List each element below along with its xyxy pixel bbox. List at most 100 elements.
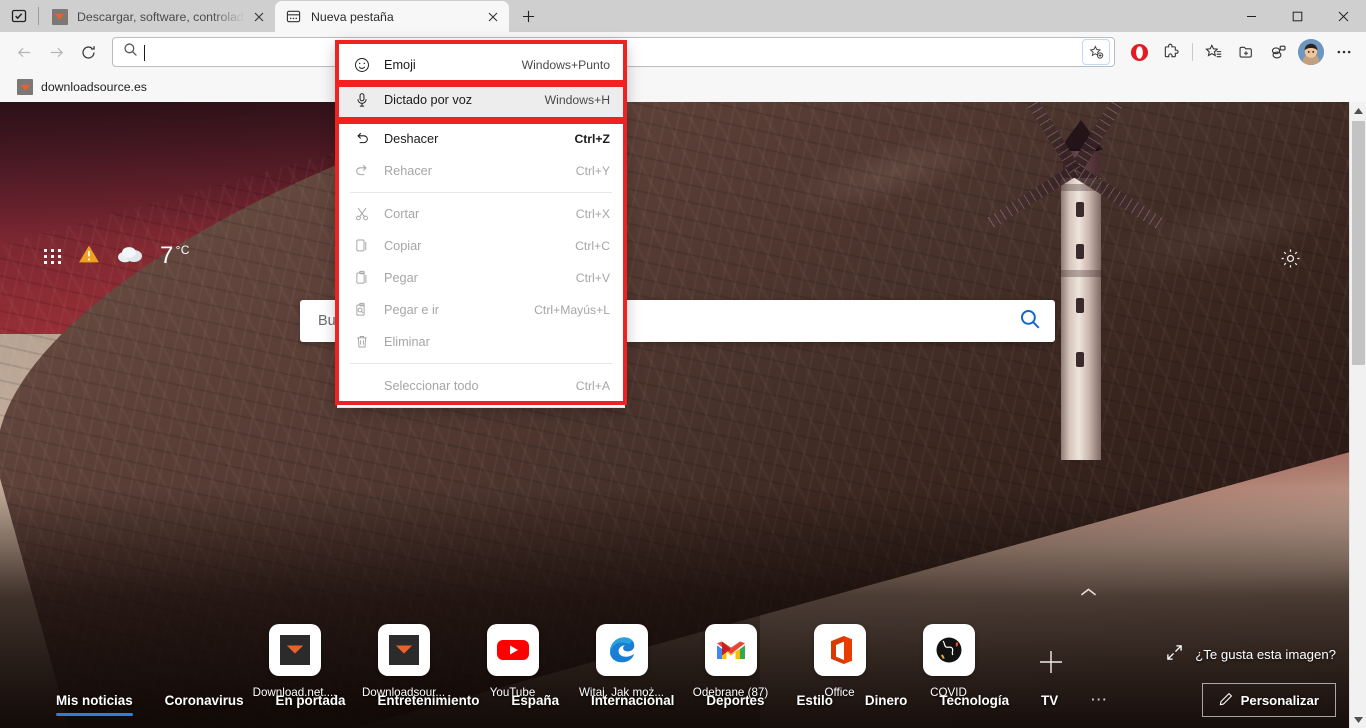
menu-item-shortcut: Ctrl+Z bbox=[574, 132, 610, 146]
gmail-icon bbox=[704, 624, 757, 676]
menu-item-shortcut: Ctrl+A bbox=[575, 379, 610, 393]
context-menu-item-rehacer: Rehacer Ctrl+Y bbox=[338, 155, 624, 187]
downloadsource-icon bbox=[268, 624, 321, 676]
browser-tab-active[interactable]: Nueva pestaña bbox=[275, 1, 509, 32]
menu-item-shortcut: Ctrl+Y bbox=[575, 164, 610, 178]
extensions-puzzle-icon[interactable] bbox=[1155, 36, 1187, 68]
menu-item-shortcut: Ctrl+Mayús+L bbox=[534, 303, 610, 317]
like-image-label: ¿Te gusta esta imagen? bbox=[1195, 646, 1336, 662]
tab-search-icon[interactable] bbox=[0, 0, 38, 32]
page-scrollbar[interactable] bbox=[1349, 102, 1366, 728]
favorites-list-icon[interactable] bbox=[1198, 36, 1230, 68]
scroll-down-arrow-icon[interactable] bbox=[1350, 711, 1366, 728]
back-arrow-icon[interactable] bbox=[8, 36, 40, 68]
toolbar-right-icons bbox=[1123, 36, 1366, 68]
news-nav-item-entretenimiento[interactable]: Entretenimiento bbox=[377, 693, 479, 708]
menu-item-shortcut: Ctrl+C bbox=[575, 239, 610, 253]
menu-separator bbox=[350, 363, 612, 364]
redo-icon bbox=[354, 163, 376, 179]
menu-item-label: Seleccionar todo bbox=[384, 379, 479, 393]
minimize-icon[interactable] bbox=[1228, 0, 1274, 32]
weather-temperature: 7 °C bbox=[160, 242, 190, 269]
newtab-icon bbox=[285, 8, 302, 25]
opera-extension-icon[interactable] bbox=[1123, 36, 1155, 68]
pencil-icon bbox=[1219, 692, 1233, 709]
news-category-nav: Mis noticias Coronavirus En portada Entr… bbox=[0, 672, 1349, 728]
close-icon[interactable] bbox=[247, 5, 271, 29]
add-favorite-star-icon[interactable] bbox=[1082, 39, 1110, 65]
paste-and-go-icon bbox=[354, 302, 376, 318]
menu-separator bbox=[350, 192, 612, 193]
news-nav-item-tv[interactable]: TV bbox=[1041, 693, 1058, 708]
covid-globe-icon bbox=[922, 624, 975, 676]
menu-item-label: Deshacer bbox=[384, 132, 439, 146]
news-nav-item-deportes[interactable]: Deportes bbox=[706, 693, 764, 708]
news-nav-item-espana[interactable]: España bbox=[511, 693, 559, 708]
menu-item-label: Pegar bbox=[384, 271, 418, 285]
bookmarks-bar: downloadsource.es bbox=[0, 72, 1366, 102]
scissors-icon bbox=[354, 206, 376, 222]
menu-item-shortcut: Windows+Punto bbox=[521, 58, 610, 72]
downloadsource-icon bbox=[377, 624, 430, 676]
news-nav-more-icon[interactable]: ⋯ bbox=[1090, 690, 1109, 710]
reload-icon[interactable] bbox=[72, 36, 104, 68]
news-nav-item-estilo[interactable]: Estilo bbox=[796, 693, 832, 708]
close-icon[interactable] bbox=[1320, 0, 1366, 32]
tab-bar: Descargar, software, controlador Nueva p… bbox=[0, 0, 1366, 32]
scroll-up-arrow-icon[interactable] bbox=[1350, 102, 1366, 119]
app-grid-icon[interactable] bbox=[44, 248, 62, 264]
context-menu-item-dictado-por-voz[interactable]: Dictado por voz Windows+H bbox=[338, 83, 624, 117]
menu-item-label: Rehacer bbox=[384, 164, 432, 178]
menu-item-label: Dictado por voz bbox=[384, 93, 473, 107]
menu-item-label: Copiar bbox=[384, 239, 422, 253]
news-nav-item-mis-noticias[interactable]: Mis noticias bbox=[56, 693, 133, 716]
news-nav-item-coronavirus[interactable]: Coronavirus bbox=[165, 693, 244, 708]
personalize-label: Personalizar bbox=[1240, 692, 1319, 708]
downloadsource-icon bbox=[17, 79, 33, 95]
bookmark-item[interactable]: downloadsource.es bbox=[10, 75, 154, 99]
menu-item-label: Cortar bbox=[384, 207, 420, 221]
address-bar-context-menu: Emoji Windows+Punto Dictado por voz Wind… bbox=[337, 42, 625, 408]
news-nav-item-tecnologia[interactable]: Tecnología bbox=[939, 693, 1009, 708]
forward-arrow-icon[interactable] bbox=[40, 36, 72, 68]
new-tab-button[interactable] bbox=[513, 1, 543, 31]
personalize-button[interactable]: Personalizar bbox=[1201, 683, 1336, 717]
scrollbar-thumb[interactable] bbox=[1352, 121, 1365, 365]
news-nav-item-internacional[interactable]: Internacional bbox=[591, 693, 674, 708]
office-icon bbox=[813, 624, 866, 676]
news-nav-item-en-portada[interactable]: En portada bbox=[276, 693, 346, 708]
profile-avatar[interactable] bbox=[1298, 39, 1324, 65]
expand-arrows-icon[interactable] bbox=[1166, 644, 1183, 664]
context-menu-item-pegar: Pegar Ctrl+V bbox=[338, 262, 624, 294]
downloadsource-icon bbox=[51, 8, 68, 25]
youtube-icon bbox=[486, 624, 539, 676]
menu-item-shortcut: Ctrl+V bbox=[575, 271, 610, 285]
weather-alert-icon[interactable] bbox=[78, 244, 100, 269]
search-icon bbox=[123, 42, 141, 62]
context-menu-item-emoji[interactable]: Emoji Windows+Punto bbox=[338, 45, 624, 83]
edge-icon bbox=[595, 624, 648, 676]
search-icon[interactable] bbox=[1019, 308, 1041, 335]
context-menu-item-deshacer[interactable]: Deshacer Ctrl+Z bbox=[338, 123, 624, 155]
context-menu-item-seleccionar-todo: Seleccionar todo Ctrl+A bbox=[338, 369, 624, 403]
emoji-icon bbox=[354, 57, 376, 73]
chevron-up-icon[interactable] bbox=[1072, 579, 1104, 605]
menu-item-shortcut: Ctrl+X bbox=[575, 207, 610, 221]
browser-essentials-icon[interactable] bbox=[1262, 36, 1294, 68]
tab-divider bbox=[38, 7, 39, 25]
toolbar-divider bbox=[1192, 43, 1193, 61]
news-nav-item-dinero[interactable]: Dinero bbox=[865, 693, 907, 708]
like-image-prompt[interactable]: ¿Te gusta esta imagen? bbox=[1166, 644, 1336, 664]
browser-tab[interactable]: Descargar, software, controlador bbox=[41, 1, 275, 32]
collections-icon[interactable] bbox=[1230, 36, 1262, 68]
weather-widget[interactable]: 7 °C bbox=[44, 242, 190, 270]
maximize-icon[interactable] bbox=[1274, 0, 1320, 32]
cloud-icon bbox=[116, 244, 144, 269]
close-icon[interactable] bbox=[481, 5, 505, 29]
settings-and-more-icon[interactable] bbox=[1328, 36, 1360, 68]
tab-title: Nueva pestaña bbox=[311, 9, 394, 24]
paste-icon bbox=[354, 270, 376, 286]
undo-icon bbox=[354, 131, 376, 147]
page-settings-gear-icon[interactable] bbox=[1276, 244, 1304, 272]
context-menu-item-cortar: Cortar Ctrl+X bbox=[338, 198, 624, 230]
